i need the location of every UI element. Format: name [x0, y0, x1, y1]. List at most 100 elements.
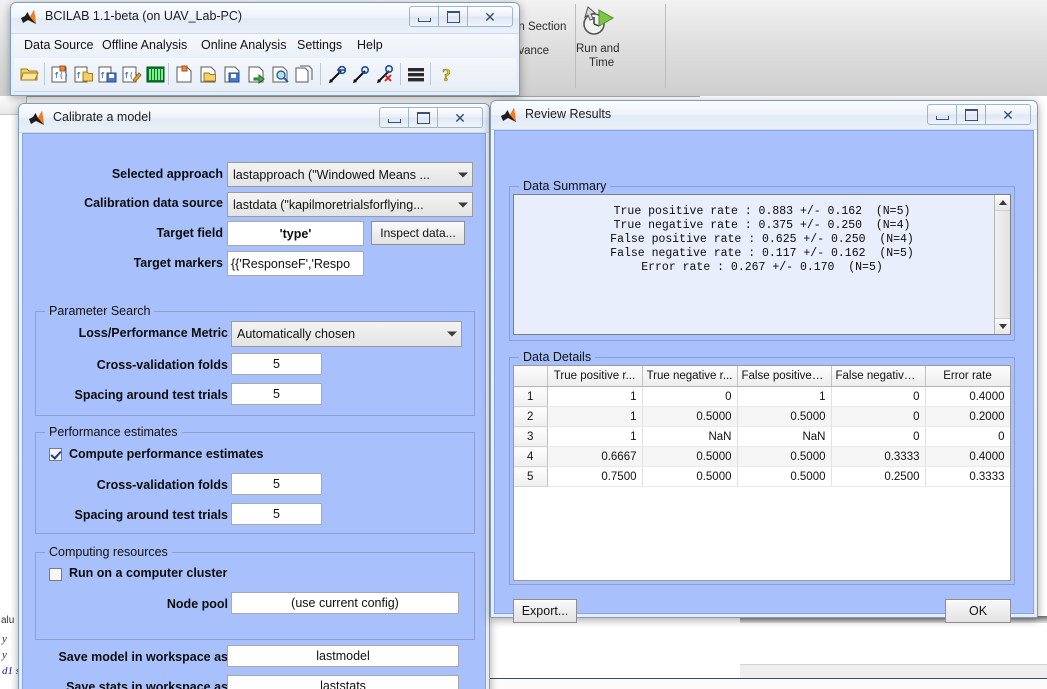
matrix-data-icon[interactable]	[146, 64, 166, 84]
scroll-up-arrow-icon[interactable]	[995, 195, 1010, 211]
table-row[interactable]: 4 0.6667 0.5000 0.5000 0.3333 0.4000	[514, 446, 1010, 467]
run-on-cluster-checkbox[interactable]	[49, 568, 62, 581]
table-col-false-negative-rate[interactable]: False negative ...	[831, 366, 926, 387]
minimize-button[interactable]	[409, 6, 439, 27]
bcilab-main-window: BCILAB 1.1-beta (on UAV_Lab-PC) ✕ Data S…	[10, 2, 520, 96]
data-summary-scrollbar[interactable]	[994, 195, 1010, 334]
calibrate-title-bar[interactable]: Calibrate a model ✕	[19, 104, 489, 133]
layers-icon[interactable]	[406, 64, 426, 84]
new-document-icon[interactable]	[174, 64, 194, 84]
close-button[interactable]: ✕	[468, 6, 513, 27]
cell-true-negative-rate: 0.5000	[642, 446, 738, 467]
export-button[interactable]: Export...	[513, 599, 577, 623]
table-col-error-rate[interactable]: Error rate	[925, 366, 1010, 387]
menu-settings[interactable]: Settings	[297, 38, 342, 52]
cell-false-positive-rate: 0.5000	[737, 466, 832, 487]
minimize-button[interactable]	[927, 104, 957, 125]
calibration-data-source-label: Calibration data source	[84, 196, 223, 210]
data-summary-text: True positive rate : 0.883 +/- 0.162 (N=…	[610, 205, 914, 274]
cell-true-positive-rate: 1	[547, 426, 643, 447]
calibration-data-source-combo[interactable]: lastdata ("kapilmoretrialsforflying...	[227, 192, 473, 217]
table-row[interactable]: 3 1 NaN NaN 0 0	[514, 426, 1010, 447]
minimize-button[interactable]	[379, 107, 409, 128]
compute-performance-estimates-label: Compute performance estimates	[69, 447, 264, 461]
cell-true-positive-rate: 1	[547, 386, 643, 407]
node-pool-label: Node pool	[166, 597, 228, 611]
bcilab-menubar: Data Source Offline Analysis Online Anal…	[14, 34, 516, 59]
pin-delete-icon[interactable]	[376, 64, 396, 84]
pin-edit-icon[interactable]	[352, 64, 372, 84]
target-field-input[interactable]: 'type'	[227, 221, 364, 246]
close-button[interactable]: ✕	[986, 104, 1031, 125]
review-title-bar[interactable]: Review Results ✕	[491, 101, 1037, 130]
data-summary-textbox: True positive rate : 0.883 +/- 0.162 (N=…	[513, 194, 1011, 335]
open-folder-icon[interactable]	[20, 64, 40, 84]
calibrate-body: Selected approach lastapproach ("Windowe…	[22, 133, 486, 689]
table-row[interactable]: 5 0.7500 0.5000 0.5000 0.2500 0.3333	[514, 466, 1010, 487]
ps-spacing-around-test-trials-input[interactable]: 5	[231, 383, 322, 405]
pin-add-icon[interactable]	[328, 64, 348, 84]
copy-document-icon[interactable]	[294, 64, 314, 84]
cell-false-negative-rate: 0	[831, 386, 926, 407]
review-body: Data Summary True positive rate : 0.883 …	[494, 130, 1034, 623]
pe-spacing-around-test-trials-input[interactable]: 5	[231, 503, 322, 525]
export-document-icon[interactable]	[246, 64, 266, 84]
maximize-button[interactable]	[409, 107, 438, 128]
matlab-icon	[29, 111, 44, 125]
selected-approach-combo[interactable]: lastapproach ("Windowed Means ...	[227, 162, 473, 187]
bcilab-window-buttons: ✕	[409, 6, 513, 27]
cell-false-positive-rate: 0.5000	[737, 446, 832, 467]
selected-approach-value: lastapproach ("Windowed Means ...	[233, 167, 430, 182]
run-and-time-label-2: Time	[589, 57, 615, 69]
node-pool-input[interactable]: (use current config)	[231, 592, 459, 614]
compute-performance-estimates-checkbox[interactable]	[49, 448, 62, 461]
review-ok-button[interactable]: OK	[945, 599, 1011, 623]
ps-cross-validation-folds-input[interactable]: 5	[231, 353, 322, 375]
table-col-true-negative-rate[interactable]: True negative r...	[642, 366, 738, 387]
maximize-button[interactable]	[957, 104, 986, 125]
table-row[interactable]: 2 1 0.5000 0.5000 0 0.2000	[514, 406, 1010, 427]
screen: un Section dvance Run and Time alu y y d…	[0, 0, 1047, 689]
save-document-icon[interactable]	[222, 64, 242, 84]
target-markers-input[interactable]: {{'ResponseF','Respo	[227, 251, 364, 276]
menu-data-source[interactable]: Data Source	[24, 38, 93, 52]
table-col-true-positive-rate[interactable]: True positive r...	[547, 366, 643, 387]
pe-cross-validation-folds-input[interactable]: 5	[231, 473, 322, 495]
help-question-icon[interactable]: ?	[438, 64, 458, 84]
close-button[interactable]: ✕	[438, 107, 483, 128]
function-folder-icon[interactable]: f	[74, 64, 94, 84]
data-details-group-title: Data Details	[519, 350, 596, 364]
menu-help[interactable]: Help	[357, 38, 383, 52]
function-edit-icon[interactable]: f()	[122, 64, 142, 84]
bcilab-title-bar[interactable]: BCILAB 1.1-beta (on UAV_Lab-PC) ✕	[11, 3, 519, 34]
save-stats-input[interactable]: laststats	[227, 675, 459, 689]
pe-spacing-around-test-trials-label: Spacing around test trials	[74, 508, 228, 522]
scroll-down-arrow-icon[interactable]	[995, 318, 1010, 334]
inspect-document-icon[interactable]	[270, 64, 290, 84]
matlab-icon	[501, 108, 516, 122]
calibrate-title-text: Calibrate a model	[53, 110, 151, 124]
inspect-data-button[interactable]: Inspect data...	[371, 221, 465, 245]
menu-online-analysis[interactable]: Online Analysis	[201, 38, 286, 52]
review-results-window: Review Results ✕ Data Summary True posit…	[490, 100, 1038, 623]
loss-performance-metric-combo[interactable]: Automatically chosen	[231, 321, 462, 347]
table-row[interactable]: 1 1 0 1 0 0.4000	[514, 386, 1010, 407]
cell-false-negative-rate: 0.2500	[831, 466, 926, 487]
open-document-icon[interactable]	[198, 64, 218, 84]
cell-true-positive-rate: 0.6667	[547, 446, 643, 467]
table-col-rownum[interactable]	[514, 366, 548, 387]
chevron-down-icon	[458, 172, 468, 177]
run-and-time-icon[interactable]	[579, 3, 617, 39]
menu-offline-analysis[interactable]: Offline Analysis	[102, 38, 187, 52]
table-col-false-positive-rate[interactable]: False positive r...	[737, 366, 832, 387]
workspace-row: y	[2, 633, 7, 645]
data-details-table-container[interactable]: True positive r... True negative r... Fa…	[513, 365, 1011, 581]
workspace-value-column-header: alu	[1, 615, 15, 626]
load-function-icon[interactable]: f()	[50, 64, 70, 84]
cell-false-positive-rate: NaN	[737, 426, 832, 447]
maximize-button[interactable]	[439, 6, 468, 27]
function-save-icon[interactable]: f	[98, 64, 118, 84]
table-header-row: True positive r... True negative r... Fa…	[514, 366, 1010, 387]
row-index: 3	[514, 426, 548, 447]
save-model-input[interactable]: lastmodel	[227, 645, 459, 667]
